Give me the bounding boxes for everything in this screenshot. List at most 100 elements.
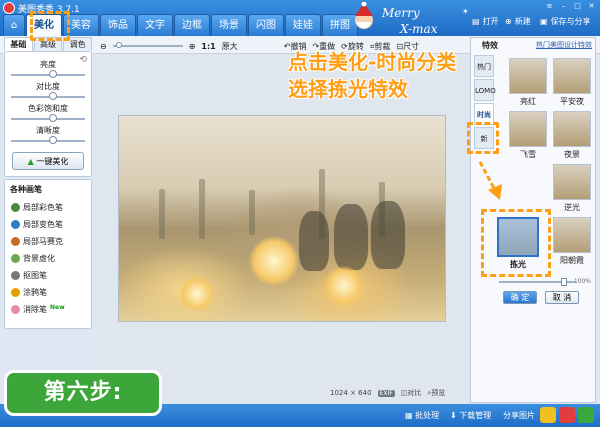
color-brush-icon: [11, 203, 20, 212]
adjust-panel: ⟲ 亮度 对比度 色彩饱和度 清晰度 ▲ 一键美化: [4, 51, 92, 177]
xmas-line1: Merry: [381, 6, 420, 20]
title-bar: 美图秀秀 3.7.1 ⌂ 美化 美容 饰品 文字 边框 场景 闪图 娃娃 拼图 …: [0, 0, 600, 36]
effect-thumb-red[interactable]: [509, 58, 547, 94]
ratio-label[interactable]: 1:1: [201, 42, 215, 51]
save-icon: ▣: [540, 17, 548, 26]
zoom-in-icon[interactable]: ⊕: [189, 42, 196, 51]
brush-item[interactable]: 局部变色笔: [5, 216, 91, 233]
folder-icon: ▤: [472, 17, 480, 26]
doodle-brush-icon: [11, 288, 20, 297]
person: [371, 201, 405, 269]
effect-thumb-silent-night[interactable]: [553, 58, 591, 94]
one-key-beautify-button[interactable]: ▲ 一键美化: [12, 152, 84, 170]
saturation-slider[interactable]: [11, 114, 85, 122]
tab-flash[interactable]: 闪图: [248, 14, 284, 36]
left-panel: 基础 高级 调色 ⟲ 亮度 对比度 色彩饱和度 清晰度 ▲ 一键美化 各种画笔 …: [4, 37, 93, 403]
download-button[interactable]: ⬇ 下载管理: [450, 410, 491, 421]
effect-label: 阳朝霞: [560, 256, 584, 265]
confirm-button[interactable]: 确 定: [503, 291, 537, 304]
star-icon[interactable]: [540, 407, 556, 423]
contrast-label: 对比度: [36, 82, 60, 91]
xmas-line2: X-max: [399, 22, 438, 36]
cutout-brush-icon: [11, 271, 20, 280]
compare-button[interactable]: ◫对比: [401, 388, 422, 398]
photo-canvas[interactable]: [118, 115, 446, 322]
tab-lomo[interactable]: LOMO: [474, 79, 496, 101]
highlight-beautify-tab: [30, 11, 70, 41]
sharpness-label: 清晰度: [36, 126, 60, 135]
maximize-icon[interactable]: □: [572, 2, 583, 11]
effect-thumb-night[interactable]: [553, 111, 591, 147]
minimize-icon[interactable]: –: [558, 2, 569, 11]
weibo-icon[interactable]: [559, 407, 575, 423]
original-size-button[interactable]: 原大: [222, 41, 238, 52]
tab-frames[interactable]: 边框: [174, 14, 210, 36]
effect-thumb-sunrise[interactable]: [553, 217, 591, 253]
brightness-label: 亮度: [40, 60, 56, 69]
menu-icon[interactable]: ≡: [544, 2, 555, 11]
mosaic-icon: [11, 237, 20, 246]
brush-item[interactable]: 背景虚化: [5, 250, 91, 267]
person: [334, 204, 368, 270]
eraser-brush-icon: [11, 305, 20, 314]
effect-thumb-snow[interactable]: [509, 111, 547, 147]
tab-text[interactable]: 文字: [137, 14, 173, 36]
effect-thumb-backlight[interactable]: [553, 164, 591, 200]
new-badge: New: [50, 303, 65, 311]
home-tab[interactable]: ⌂: [3, 14, 25, 36]
brush-item[interactable]: 抠图笔: [5, 267, 91, 284]
tab-dolls[interactable]: 娃娃: [285, 14, 321, 36]
sharpness-slider[interactable]: [11, 136, 85, 144]
saturation-label: 色彩饱和度: [28, 104, 68, 113]
reset-icon[interactable]: ⟲: [79, 55, 87, 65]
tab-hot[interactable]: 热门: [474, 55, 494, 77]
effect-label: 平安夜: [560, 97, 584, 106]
effects-title: 特效: [482, 41, 498, 50]
contrast-slider[interactable]: [11, 92, 85, 100]
zoom-out-icon[interactable]: ⊖: [100, 42, 107, 51]
instruction-line1: 点击美化-时尚分类: [288, 50, 457, 74]
share-button[interactable]: 分享图片: [503, 410, 535, 421]
brush-item[interactable]: 局部彩色笔: [5, 199, 91, 216]
exif-badge[interactable]: EXIF: [377, 389, 395, 397]
home-icon: ⌂: [10, 20, 18, 31]
save-share-button[interactable]: ▣ 保存与分享: [540, 16, 591, 27]
new-button[interactable]: ⊕ 新建: [505, 16, 531, 27]
image-info: 1024 × 640 EXIF ◫对比 ⌕预览: [330, 388, 445, 398]
batch-button[interactable]: ▦ 批处理: [405, 410, 439, 421]
blur-background-icon: [11, 254, 20, 263]
preview-button[interactable]: ⌕预览: [427, 388, 445, 398]
brush-item[interactable]: 消除笔 New: [5, 301, 91, 318]
image-size: 1024 × 640: [330, 389, 372, 397]
window-controls: ≡ – □ ✕: [544, 2, 597, 11]
cancel-button[interactable]: 取 消: [545, 291, 579, 304]
open-button[interactable]: ▤ 打开: [472, 16, 499, 27]
hot-effects-link[interactable]: 热门美图设计特效: [536, 40, 592, 50]
tab-accessories[interactable]: 饰品: [100, 14, 136, 36]
effect-label: 逆光: [564, 203, 580, 212]
brush-panel: 各种画笔 局部彩色笔 局部变色笔 局部马赛克 背景虚化 抠图笔 涂鸦笔 消除笔 N…: [4, 179, 92, 329]
effects-header: 特效 热门美图设计特效: [471, 38, 595, 52]
tab-scenes[interactable]: 场景: [211, 14, 247, 36]
person: [299, 211, 329, 271]
arrow-icon: [478, 161, 502, 200]
plus-icon[interactable]: [578, 407, 594, 423]
svg-text:✶: ✶: [462, 7, 469, 16]
brush-item[interactable]: 局部马赛克: [5, 233, 91, 250]
highlight-fashion-tab: [467, 122, 499, 154]
plus-icon: ⊕: [505, 17, 512, 26]
brightness-slider[interactable]: [11, 70, 85, 78]
zoom-slider[interactable]: [112, 42, 183, 49]
effect-label: 飞雪: [520, 150, 536, 159]
effect-label: 亮红: [520, 97, 536, 106]
effect-label: 夜景: [564, 150, 580, 159]
opacity-slider[interactable]: 100%: [499, 278, 591, 286]
recolor-brush-icon: [11, 220, 20, 229]
xmas-banner: Merry X-max ✶: [355, 2, 469, 36]
tab-basic[interactable]: 基础: [4, 37, 33, 51]
highlight-effect: [481, 209, 551, 277]
step-badge: 第六步:: [4, 370, 162, 416]
close-icon[interactable]: ✕: [586, 2, 597, 11]
brush-item[interactable]: 涂鸦笔: [5, 284, 91, 301]
brush-title: 各种画笔: [10, 185, 42, 194]
